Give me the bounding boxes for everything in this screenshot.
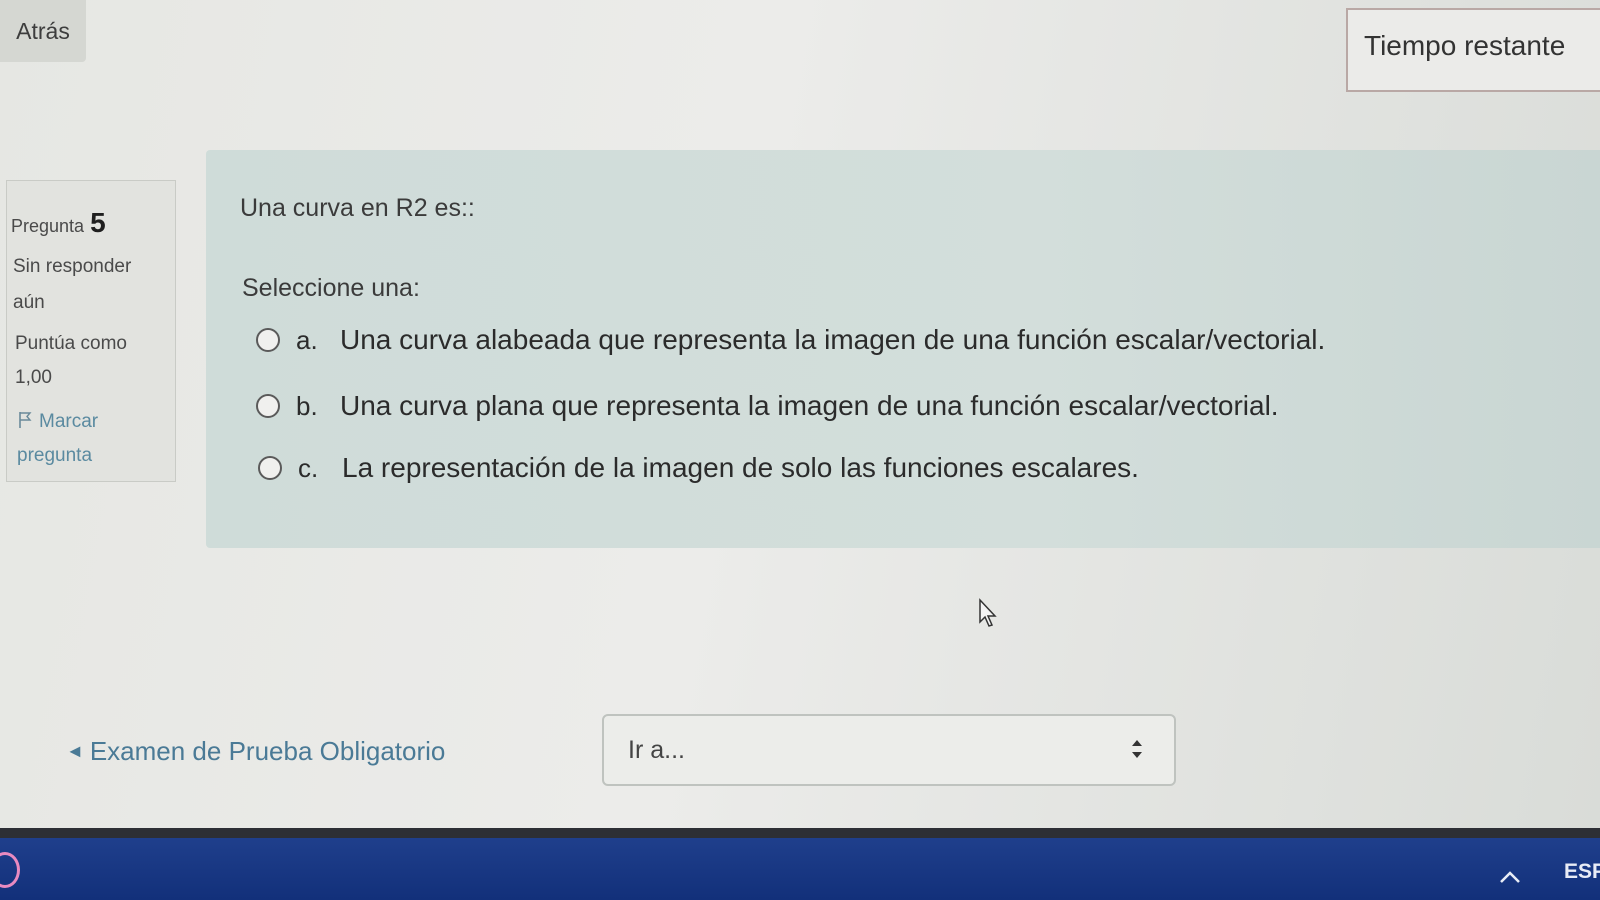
question-label: Pregunta [11, 216, 85, 236]
option-text: La representación de la imagen de solo l… [342, 452, 1139, 483]
chevron-up-icon[interactable] [1498, 870, 1522, 884]
jump-to-value: Ir a... [628, 736, 685, 764]
back-button[interactable]: Atrás [0, 0, 86, 62]
timer-label: Tiempo restante [1364, 30, 1566, 61]
flag-question-link[interactable]: Marcar pregunta [17, 405, 167, 473]
mouse-pointer-icon [979, 598, 997, 627]
answer-option-a[interactable]: a. Una curva alabeada que representa la … [256, 324, 1325, 356]
select-arrows-icon [1132, 740, 1142, 758]
question-content: Una curva en R2 es:: Seleccione una: a. … [206, 150, 1600, 548]
jump-to-select[interactable]: Ir a... [602, 714, 1176, 786]
timer-box: Tiempo restante [1346, 8, 1600, 92]
question-text: Una curva en R2 es:: [240, 194, 475, 222]
question-number-heading: Pregunta 5 [11, 207, 106, 239]
answer-option-c[interactable]: c. La representación de la imagen de sol… [258, 452, 1139, 484]
radio-button-b[interactable] [256, 394, 280, 418]
previous-activity-label: Examen de Prueba Obligatorio [89, 736, 446, 766]
option-text: Una curva alabeada que representa la ima… [340, 324, 1326, 355]
option-letter: b. [296, 390, 318, 421]
question-number: 5 [90, 207, 106, 238]
question-info-panel: Pregunta 5 Sin responder aún Puntúa como … [6, 180, 176, 482]
quiz-page: Atrás Tiempo restante Pregunta 5 Sin resp… [0, 0, 1600, 838]
windows-taskbar: ESP [0, 838, 1600, 900]
answer-prompt: Seleccione una: [242, 274, 420, 302]
flag-icon [19, 412, 32, 428]
radio-button-a[interactable] [256, 328, 280, 352]
taskbar-divider [0, 828, 1600, 838]
back-button-label: Atrás [16, 17, 70, 44]
radio-button-c[interactable] [258, 456, 282, 480]
language-indicator[interactable]: ESP [1564, 860, 1600, 884]
question-status: Sin responder aún [13, 256, 132, 313]
left-arrow-icon: ◄ [66, 741, 84, 761]
option-letter: a. [296, 324, 318, 355]
previous-activity-link[interactable]: ◄ Examen de Prueba Obligatorio [66, 736, 445, 767]
option-letter: c. [298, 452, 319, 483]
question-grade: Puntúa como 1,00 [15, 333, 127, 388]
option-text: Una curva plana que representa la imagen… [340, 390, 1279, 421]
answer-option-b[interactable]: b. Una curva plana que representa la ima… [256, 390, 1279, 422]
app-icon[interactable] [0, 852, 20, 888]
